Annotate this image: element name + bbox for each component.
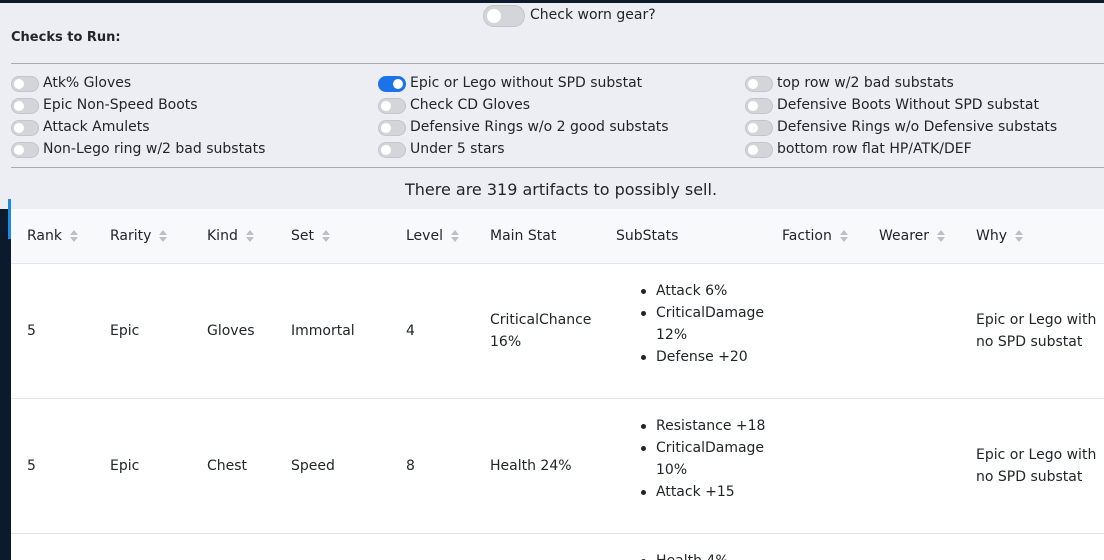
toggle-bottom-row-flat[interactable] (745, 142, 773, 158)
cell-why-cont: no SPD substat (976, 334, 1083, 350)
cell-substats: Health 4% (641, 550, 729, 560)
column-header-set[interactable]: Set (291, 228, 330, 244)
cell-substats: Attack 6% CriticalDamage 12% Defense +20 (640, 280, 764, 368)
column-header-level[interactable]: Level (406, 228, 459, 244)
substat-item: Health 4% (641, 550, 729, 560)
column-header-rarity[interactable]: Rarity (110, 228, 168, 244)
toggle-label: Attack Amulets (43, 119, 150, 135)
substat-item: CriticalDamage (640, 437, 765, 459)
cell-rarity: Epic (110, 458, 140, 474)
toggle-attack-amulets[interactable] (11, 120, 39, 136)
cell-level: 4 (406, 323, 415, 339)
column-header-substats: SubStats (616, 228, 679, 244)
toggle-non-lego-ring[interactable] (11, 142, 39, 158)
toggle-under-5-stars[interactable] (378, 142, 406, 158)
substat-item: Resistance +18 (640, 415, 765, 437)
cell-level: 8 (406, 458, 415, 474)
sort-icon (245, 230, 254, 242)
toggle-epic-non-speed-boots[interactable] (11, 98, 39, 114)
substat-item-continued: 10% (656, 462, 688, 478)
cell-set: Speed (291, 458, 335, 474)
cell-substats: Resistance +18 CriticalDamage 10% Attack… (640, 415, 765, 503)
toggle-defensive-boots-no-spd[interactable] (745, 98, 773, 114)
column-header-main-stat: Main Stat (490, 228, 557, 244)
cell-rank: 5 (27, 323, 36, 339)
cell-rarity: Epic (110, 323, 140, 339)
checks-to-run-heading: Checks to Run: (11, 30, 121, 45)
substat-item: Attack 6% (640, 280, 764, 302)
cell-main-stat: Health 24% (490, 458, 572, 474)
divider (11, 167, 1104, 168)
column-header-why[interactable]: Why (976, 228, 1024, 244)
sort-icon (450, 230, 459, 242)
column-header-rank[interactable]: Rank (27, 228, 78, 244)
sort-icon (1015, 230, 1024, 242)
cell-why: Epic or Lego with (976, 312, 1097, 328)
substat-item-continued: 12% (656, 327, 688, 343)
column-header-faction[interactable]: Faction (782, 228, 848, 244)
toggle-label: Defensive Boots Without SPD substat (777, 97, 1039, 113)
toggle-check-cd-gloves[interactable] (378, 98, 406, 114)
divider (11, 63, 1104, 64)
row-divider (11, 263, 1104, 264)
check-worn-gear-toggle[interactable] (483, 5, 525, 27)
cell-main-stat-value: 16% (490, 334, 522, 350)
toggle-label: bottom row flat HP/ATK/DEF (777, 141, 972, 157)
sort-icon (322, 230, 330, 242)
sort-icon (839, 230, 848, 242)
toggle-label: top row w/2 bad substats (777, 75, 954, 91)
substat-item: Attack +15 (640, 481, 765, 503)
column-header-wearer[interactable]: Wearer (879, 228, 946, 244)
substat-item: CriticalDamage (640, 302, 764, 324)
toggle-label: Check CD Gloves (410, 97, 531, 113)
toggle-label: Atk% Gloves (43, 75, 132, 91)
check-worn-gear-label: Check worn gear? (530, 7, 656, 23)
toggle-label: Epic or Lego without SPD substat (410, 75, 643, 91)
row-divider (11, 533, 1104, 534)
toggle-label: Defensive Rings w/o 2 good substats (410, 119, 669, 135)
column-header-kind[interactable]: Kind (207, 228, 254, 244)
toggle-top-row-bad-substats[interactable] (745, 76, 773, 92)
toggle-label: Under 5 stars (410, 141, 505, 157)
toggle-label: Non-Lego ring w/2 bad substats (43, 141, 266, 157)
cell-why-cont: no SPD substat (976, 469, 1083, 485)
toggle-label: Epic Non-Speed Boots (43, 97, 198, 113)
sort-icon (937, 230, 946, 242)
substat-item: Defense +20 (640, 346, 764, 368)
toggle-defensive-rings-good[interactable] (378, 120, 406, 136)
artifact-count-summary: There are 319 artifacts to possibly sell… (404, 180, 718, 199)
sort-icon (69, 230, 78, 242)
cell-kind: Chest (207, 458, 248, 474)
toggle-atk-gloves[interactable] (11, 76, 39, 92)
row-divider (11, 398, 1104, 399)
toggle-label: Defensive Rings w/o Defensive substats (777, 119, 1058, 135)
cell-set: Immortal (291, 323, 355, 339)
cell-why: Epic or Lego with (976, 447, 1097, 463)
sort-icon (159, 230, 168, 242)
toggle-defensive-rings-defensive[interactable] (745, 120, 773, 136)
toggle-epic-lego-no-spd[interactable] (378, 76, 406, 92)
cell-main-stat: CriticalChance (490, 312, 592, 328)
cell-kind: Gloves (207, 323, 255, 339)
cell-rank: 5 (27, 458, 36, 474)
